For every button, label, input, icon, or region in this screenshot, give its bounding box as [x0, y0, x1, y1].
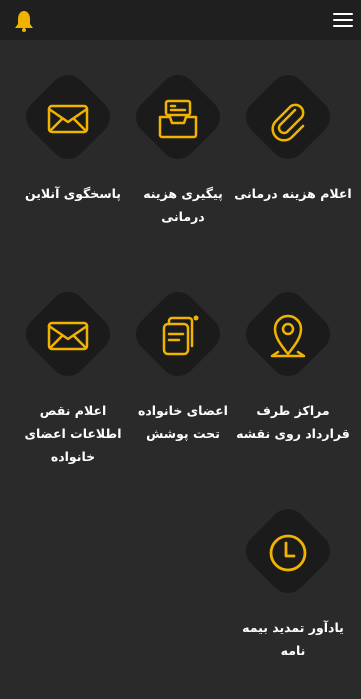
mail-icon — [47, 104, 89, 134]
inbox-tray-icon — [158, 99, 198, 139]
hamburger-icon[interactable] — [331, 9, 355, 31]
mail-icon — [47, 321, 89, 351]
clock-icon — [269, 534, 307, 572]
tile-label: اعلام نقص اطلاعات اعضای خانواده — [24, 403, 122, 464]
tile-label: اعلام هزینه درمانی — [234, 186, 352, 201]
tile-label: اعضای خانواده تحت پوشش — [138, 403, 228, 441]
map-pin-icon — [270, 314, 306, 358]
tile-label: پاسخگوی آنلاین — [24, 186, 121, 201]
paperclip-icon — [271, 103, 305, 142]
document-stack-icon — [162, 315, 199, 356]
tile-label: مراکز طرف قرارداد روی نقشه — [236, 403, 350, 441]
tile-label: یادآور تمدید بیمه نامه — [242, 620, 344, 658]
tile-label: پیگیری هزینه درمانی — [143, 186, 223, 224]
bell-icon[interactable] — [12, 9, 36, 33]
top-bar — [0, 0, 361, 40]
